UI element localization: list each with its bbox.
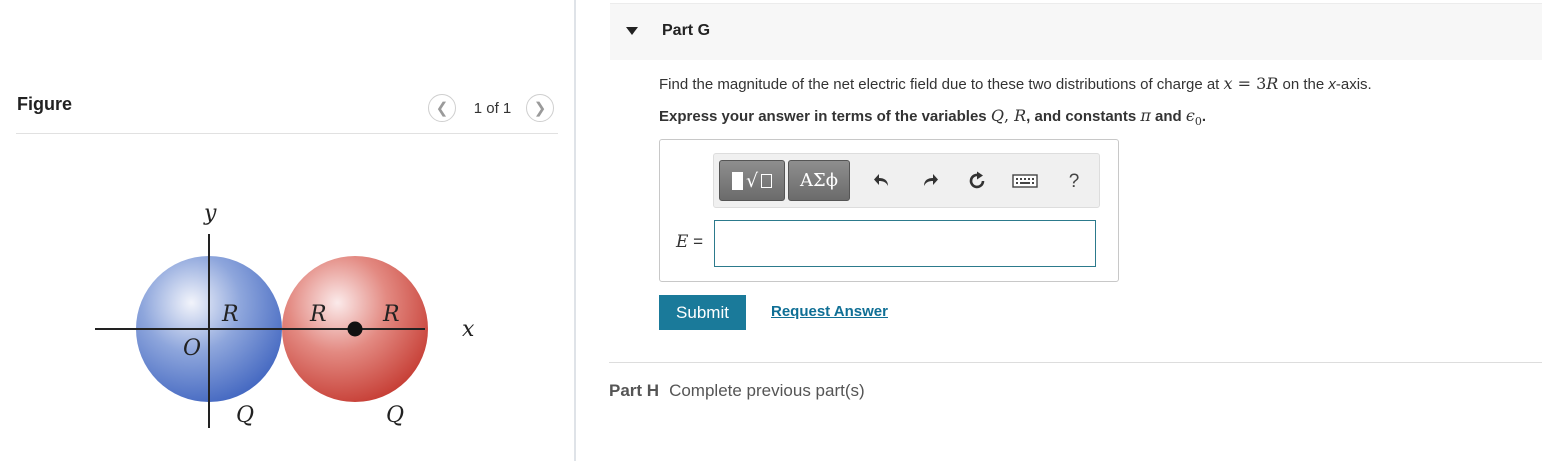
sphere-center-dot: [347, 321, 363, 337]
reset-icon[interactable]: [964, 168, 990, 194]
charge-spheres-diagram: y x O R R R Q Q: [95, 201, 475, 428]
request-answer-link[interactable]: Request Answer: [771, 303, 888, 320]
part-h-label: Part H: [609, 381, 660, 400]
radius-label-1: R: [221, 302, 239, 327]
chevron-right-icon: ❯: [533, 100, 547, 117]
radical-icon: √: [745, 169, 759, 192]
radius-label-3: R: [382, 302, 400, 327]
part-h-row: Part H Complete previous part(s): [609, 381, 865, 401]
x-axis-label: x: [462, 317, 475, 342]
math-toolbar: √ ΑΣϕ ?: [713, 153, 1100, 208]
help-button[interactable]: ?: [1061, 169, 1087, 195]
origin-label: O: [183, 336, 201, 361]
answer-box: √ ΑΣϕ ? E =: [659, 139, 1119, 282]
charge-label-red: Q: [386, 403, 404, 428]
answer-input[interactable]: [714, 220, 1096, 267]
templates-button[interactable]: √: [719, 160, 785, 201]
charge-label-blue: Q: [236, 403, 254, 428]
prev-figure-button[interactable]: ❮: [428, 94, 456, 122]
figure-title: Figure: [17, 94, 73, 114]
radius-label-2: R: [309, 302, 327, 327]
caret-down-icon[interactable]: [626, 27, 638, 35]
figure-divider: [16, 133, 558, 134]
submit-button[interactable]: Submit: [659, 295, 746, 330]
undo-icon[interactable]: [869, 168, 895, 194]
y-axis-label: y: [203, 201, 217, 226]
box-icon: [761, 173, 773, 188]
templates-icon: [731, 171, 743, 190]
redo-icon[interactable]: [917, 168, 943, 194]
part-g-header[interactable]: Part G: [610, 3, 1542, 60]
chevron-left-icon: ❮: [435, 100, 449, 117]
figure-pager: 1 of 1: [473, 100, 512, 117]
answer-instruction: Express your answer in terms of the vari…: [659, 106, 1207, 128]
answer-variable-label: E =: [676, 232, 704, 252]
pane-divider[interactable]: [574, 0, 576, 461]
keyboard-icon[interactable]: [1010, 168, 1040, 194]
part-title: Part G: [662, 22, 711, 39]
next-figure-button[interactable]: ❯: [526, 94, 554, 122]
question-text: Find the magnitude of the net electric f…: [659, 74, 1372, 93]
greek-symbols-button[interactable]: ΑΣϕ: [788, 160, 850, 201]
part-divider: [609, 362, 1542, 363]
part-h-status: Complete previous part(s): [669, 381, 865, 400]
